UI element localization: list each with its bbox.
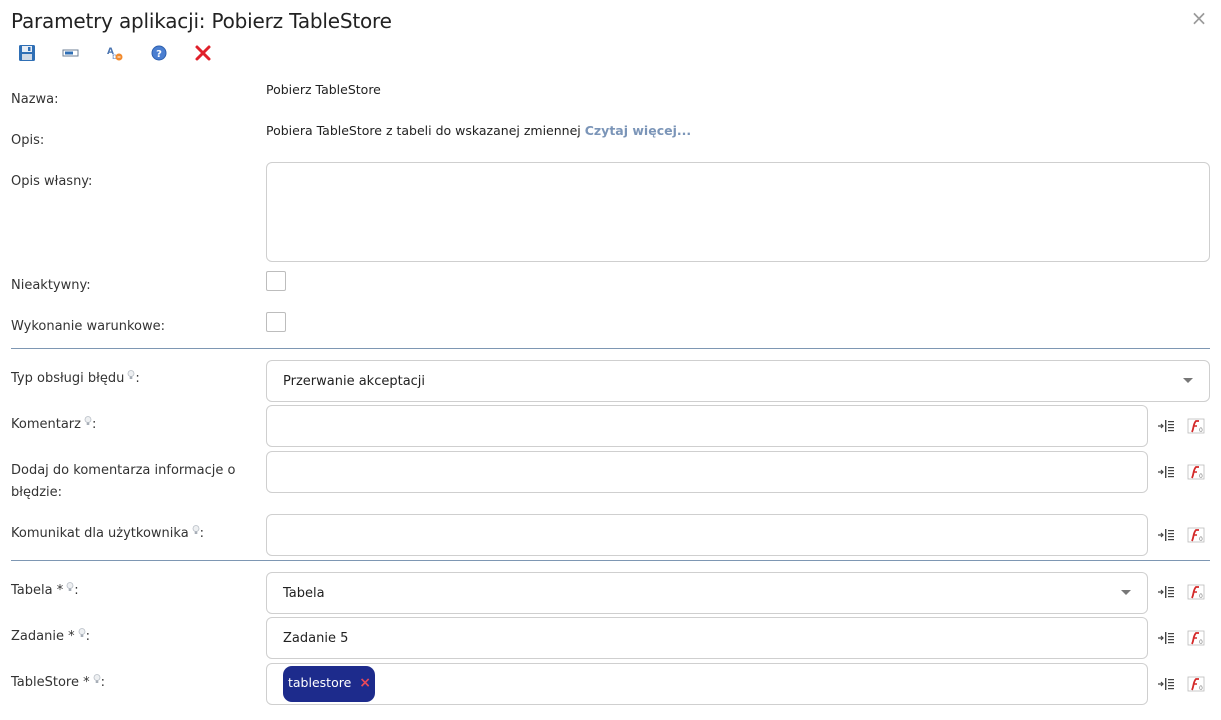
tablestore-tag-chip: tablestore × [283,666,376,702]
tablestore-label-text: TableStore [11,675,79,690]
required-mark: * [56,583,64,598]
insert-variable-icon[interactable] [1157,464,1175,480]
formula-icon[interactable]: 0 [1187,584,1205,600]
error-handling-label-text: Typ obsługi błędu [11,371,125,386]
table-selected: Tabela [283,586,325,601]
conditional-execution-label: Wykonanie warunkowe: [11,319,165,334]
hint-bulb-icon[interactable] [93,674,101,684]
name-value: Pobierz TableStore [266,82,381,97]
tablestore-tag-text: tablestore [288,675,352,690]
svg-text:0: 0 [1199,536,1203,543]
required-mark: * [83,675,90,690]
formula-icon[interactable]: 0 [1187,418,1205,434]
hint-bulb-icon[interactable] [192,525,200,535]
svg-text:0: 0 [1199,427,1203,434]
close-icon[interactable]: × [1190,8,1208,28]
user-message-label: Komunikat dla użytkownika: [11,523,204,545]
table-label: Tabela *: [11,580,79,602]
translate-icon[interactable]: A b [106,44,124,62]
chevron-down-icon [1121,590,1131,595]
read-more-link[interactable]: Czytaj więcej... [585,123,691,138]
tablestore-tag-input[interactable]: tablestore × [266,663,1148,705]
task-label-text: Zadanie [11,629,64,644]
task-input[interactable]: Zadanie 5 [266,617,1148,659]
task-label: Zadanie *: [11,626,90,648]
remove-tag-icon[interactable]: × [359,676,371,690]
label-colon: : [199,526,205,541]
error-handling-select[interactable]: Przerwanie akceptacji [266,360,1210,402]
delete-icon[interactable] [194,44,212,62]
user-message-input[interactable] [266,514,1148,556]
hint-bulb-icon[interactable] [84,416,92,426]
inactive-label: Nieaktywny: [11,278,91,293]
append-error-input[interactable] [266,451,1148,493]
table-label-text: Tabela [11,583,53,598]
append-error-label: Dodaj do komentarza informacje o błędzie… [11,460,236,504]
insert-variable-icon[interactable] [1157,418,1175,434]
label-colon: : [85,629,90,644]
formula-icon[interactable]: 0 [1187,630,1205,646]
svg-text:0: 0 [1199,685,1203,692]
table-select[interactable]: Tabela [266,572,1148,614]
formula-icon[interactable]: 0 [1187,676,1205,692]
save-icon[interactable] [18,44,36,62]
formula-icon[interactable]: 0 [1187,464,1205,480]
label-colon: : [74,583,79,598]
chevron-down-icon [1183,378,1193,383]
conditional-execution-checkbox[interactable] [266,312,286,332]
section-divider [11,348,1210,349]
formula-icon[interactable]: 0 [1187,527,1205,543]
tablestore-label: TableStore *: [11,672,105,694]
user-message-label-text: Komunikat dla użytkownika [11,526,189,541]
required-mark: * [68,629,75,644]
append-error-label-line1: Dodaj do komentarza informacje o [11,463,236,478]
comment-label-text: Komentarz [11,417,81,432]
comment-input[interactable] [266,405,1148,447]
label-colon: : [91,417,97,432]
field-icon[interactable] [62,44,80,62]
hint-bulb-icon[interactable] [78,628,86,638]
section-divider [11,560,1210,561]
comment-label: Komentarz: [11,414,96,436]
svg-text:0: 0 [1199,639,1203,646]
own-description-label: Opis własny: [11,174,93,189]
description-value: Pobiera TableStore z tabeli do wskazanej… [266,123,691,138]
description-text: Pobiera TableStore z tabeli do wskazanej… [266,123,581,138]
inactive-checkbox[interactable] [266,271,286,291]
label-colon: : [100,675,106,690]
error-handling-label: Typ obsługi błędu: [11,368,140,390]
help-icon[interactable]: ? [150,44,168,62]
append-error-label-line2: błędzie: [11,485,63,500]
svg-text:0: 0 [1199,473,1203,480]
insert-variable-icon[interactable] [1157,527,1175,543]
label-colon: : [135,371,140,386]
error-handling-selected: Przerwanie akceptacji [283,374,426,389]
name-label: Nazwa: [11,92,59,107]
dialog-title: Parametry aplikacji: Pobierz TableStore [11,9,392,33]
insert-variable-icon[interactable] [1157,630,1175,646]
own-description-textarea[interactable] [266,162,1210,262]
svg-text:?: ? [156,49,162,60]
insert-variable-icon[interactable] [1157,676,1175,692]
task-input-value: Zadanie 5 [283,631,349,646]
description-label: Opis: [11,133,45,148]
svg-text:0: 0 [1199,593,1203,600]
insert-variable-icon[interactable] [1157,584,1175,600]
